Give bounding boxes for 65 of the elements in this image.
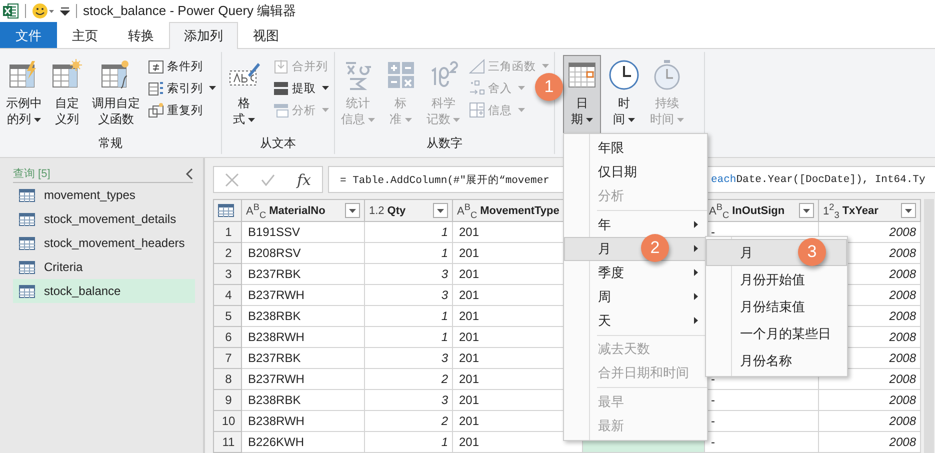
table-cell: 2008 [889, 246, 916, 260]
table-cell: 3 [441, 393, 448, 407]
table-cell: 3 [441, 288, 448, 302]
table-cell: - [711, 393, 715, 407]
row-number: 11 [214, 432, 242, 452]
row-number: 7 [214, 348, 242, 368]
table-cell: 2008 [889, 435, 916, 449]
table-cell: 2008 [889, 330, 916, 344]
table-cell: 1 [441, 435, 448, 449]
table-cell: 2008 [889, 372, 916, 386]
table-cell: 201 [459, 393, 480, 407]
row-number: 1 [214, 222, 242, 242]
row-number: 10 [214, 410, 242, 432]
queries-header: 查询 [5] [13, 167, 50, 181]
table-cell: 2008 [889, 267, 916, 281]
table-cell: - [711, 225, 715, 239]
table-cell: B191SSV [248, 225, 300, 239]
row-number: 5 [214, 306, 242, 326]
group-label: 从文本 [260, 136, 296, 150]
table-cell: - [711, 435, 715, 449]
table-cell: 201 [459, 267, 480, 281]
row-number: 3 [214, 264, 242, 284]
group-label: 从数字 [426, 136, 462, 150]
table-cell: 3 [441, 267, 448, 281]
row-number: 9 [214, 390, 242, 410]
table-cell: 1 [441, 246, 448, 260]
table-cell: B238RBK [248, 393, 301, 407]
table-cell: B238RBK [248, 309, 301, 323]
table-cell: 3 [441, 351, 448, 365]
table-cell: 201 [459, 351, 480, 365]
table-cell: B237RBK [248, 351, 301, 365]
group-label: 常规 [98, 136, 122, 150]
table-cell: 2008 [889, 309, 916, 323]
row-number: 8 [214, 368, 242, 390]
table-cell: - [711, 372, 715, 386]
table-cell: 201 [459, 246, 480, 260]
window-title: stock_balance - Power Query 编辑器 [83, 2, 296, 20]
table-cell: B238RWH [248, 330, 304, 344]
table-cell: 1 [441, 330, 448, 344]
table-cell: 2 [441, 372, 448, 386]
table-cell: 201 [459, 288, 480, 302]
row-number: 2 [214, 242, 242, 264]
table-cell: - [711, 414, 715, 428]
table-cell: 201 [459, 309, 480, 323]
table-cell: B237RWH [248, 372, 304, 386]
table-cell: B238RWH [248, 414, 304, 428]
table-cell: B237RBK [248, 267, 301, 281]
table-cell: 2008 [889, 225, 916, 239]
table-cell: 201 [459, 435, 480, 449]
table-cell: 2008 [889, 414, 916, 428]
table-cell: 1 [441, 225, 448, 239]
table-cell: 201 [459, 225, 480, 239]
table-cell: 201 [459, 372, 480, 386]
table-cell: 2 [441, 414, 448, 428]
table-cell: 2008 [889, 288, 916, 302]
row-number: 6 [214, 326, 242, 348]
table-cell: B237RWH [248, 288, 304, 302]
row-number: 4 [214, 284, 242, 306]
table-cell: B208RSV [248, 246, 301, 260]
table-cell: 2008 [889, 351, 916, 365]
table-cell: 201 [459, 414, 480, 428]
table-cell: 1 [441, 309, 448, 323]
table-cell: B226KWH [248, 435, 304, 449]
table-cell: 201 [459, 330, 480, 344]
table-cell: 2008 [889, 393, 916, 407]
